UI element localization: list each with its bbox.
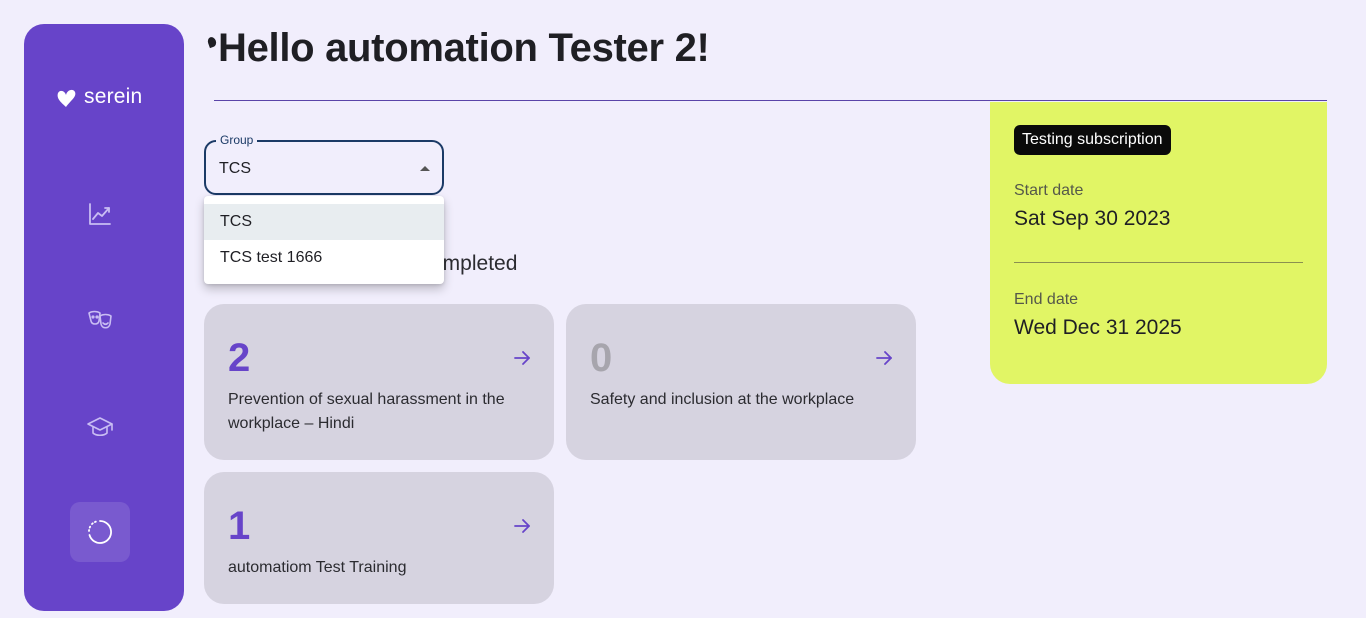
graduation-cap-icon: [87, 417, 113, 437]
group-dropdown-menu: TCS TCS test 1666: [204, 196, 444, 284]
dropdown-option-tcs[interactable]: TCS: [204, 204, 444, 240]
nav-item-progress[interactable]: [70, 502, 130, 562]
course-card[interactable]: 0 Safety and inclusion at the workplace: [566, 304, 916, 460]
nav-item-learning[interactable]: [70, 397, 130, 457]
subscription-panel: Testing subscription Start date Sat Sep …: [990, 102, 1327, 384]
group-select-label: Group: [216, 133, 258, 147]
subscription-divider: [1014, 262, 1303, 263]
progress-circle-icon: [88, 520, 112, 544]
arrow-right-icon[interactable]: [874, 348, 894, 368]
course-title: Prevention of sexual harassment in the w…: [228, 391, 505, 432]
caret-up-icon: [420, 166, 430, 171]
course-title: Safety and inclusion at the workplace: [590, 391, 855, 408]
page-title: Hello automation Tester 2!: [206, 26, 710, 76]
end-date-value: Wed Dec 31 2025: [1014, 316, 1182, 339]
brand-name: serein: [84, 85, 143, 108]
group-select[interactable]: Group TCS: [204, 133, 444, 195]
course-count: 2: [228, 336, 251, 380]
sidebar: serein: [24, 24, 184, 611]
start-date-value: Sat Sep 30 2023: [1014, 207, 1171, 230]
group-select-value: TCS: [219, 160, 251, 177]
dropdown-option-tcs-test-1666[interactable]: TCS test 1666: [204, 240, 444, 276]
greeting-text: Hello automation Tester 2!: [218, 26, 710, 70]
greeting-leaf-icon: [206, 35, 218, 49]
course-title: automatiom Test Training: [228, 559, 407, 576]
theater-masks-icon: [88, 310, 112, 329]
end-date-label: End date: [1014, 291, 1079, 308]
brand-logo[interactable]: serein: [54, 82, 142, 112]
subscription-badge: Testing subscription: [1014, 125, 1171, 155]
nav-item-analytics[interactable]: [70, 184, 130, 244]
course-count: 0: [590, 336, 613, 380]
arrow-right-icon[interactable]: [512, 348, 532, 368]
arrow-right-icon[interactable]: [512, 516, 532, 536]
course-card[interactable]: 2 Prevention of sexual harassment in the…: [204, 304, 554, 460]
header-divider: [214, 100, 1327, 101]
course-count: 1: [228, 504, 251, 548]
course-card[interactable]: 1 automatiom Test Training: [204, 472, 554, 604]
chart-line-icon: [89, 203, 111, 225]
start-date-label: Start date: [1014, 182, 1084, 199]
nav-item-wellbeing[interactable]: [70, 290, 130, 350]
serein-logo-icon: [57, 89, 76, 107]
